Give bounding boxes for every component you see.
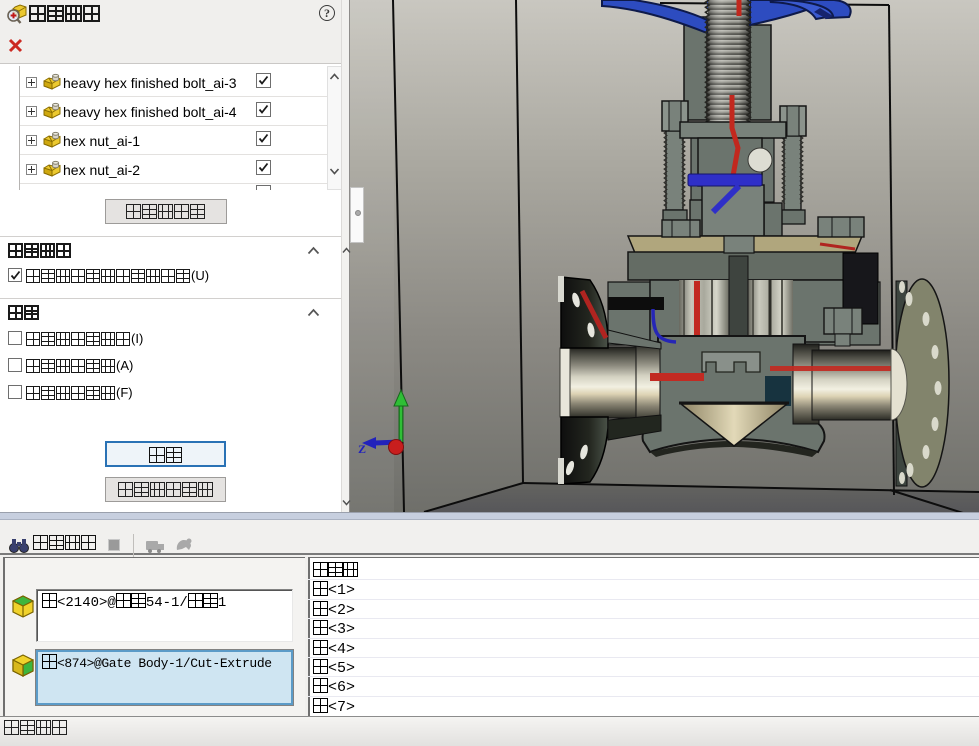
svg-text:Z: Z [358, 442, 366, 456]
